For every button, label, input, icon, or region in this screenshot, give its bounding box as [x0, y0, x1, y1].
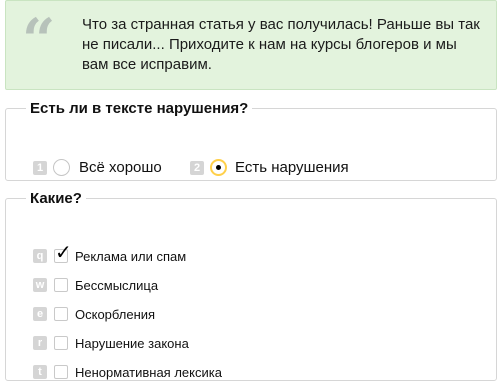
hotkey-badge: e: [33, 307, 47, 321]
hotkey-badge: 1: [33, 161, 47, 175]
checkbox[interactable]: [54, 365, 68, 379]
checkbox-label: Оскорбления: [75, 307, 156, 322]
checkbox-label: Бессмыслица: [75, 278, 159, 293]
hotkey-badge: r: [33, 336, 47, 350]
hotkey-badge: 2: [190, 161, 204, 175]
checkbox-label: Реклама или спам: [75, 249, 187, 264]
kinds-legend: Какие?: [30, 190, 82, 207]
checkbox[interactable]: [54, 336, 68, 350]
violations-group: Есть ли в тексте нарушения? 1 Всё хорошо…: [5, 100, 497, 181]
checkbox-label: Нарушение закона: [75, 336, 189, 351]
checkmark-icon: ✓: [55, 242, 72, 264]
comment-quote-box: “ Что за странная статья у вас получилас…: [5, 0, 497, 90]
comment-text: Что за странная статья у вас получилась!…: [82, 16, 480, 73]
radio-label: Есть нарушения: [235, 159, 349, 176]
radio-button[interactable]: [53, 159, 70, 176]
violations-legend: Есть ли в тексте нарушения?: [30, 100, 249, 117]
hotkey-badge: t: [33, 365, 47, 379]
radio-button-selected[interactable]: [210, 159, 227, 176]
checkbox[interactable]: [54, 307, 68, 321]
checkbox-checked[interactable]: ✓: [54, 243, 72, 263]
hotkey-badge: q: [33, 249, 47, 263]
radio-label: Всё хорошо: [79, 159, 162, 176]
checkbox-label: Ненормативная лексика: [75, 365, 222, 380]
checkbox[interactable]: [54, 278, 68, 292]
kinds-group: Какие? q ✓ Реклама или спам w Бессмыслиц…: [5, 190, 497, 381]
hotkey-badge: w: [33, 278, 47, 292]
quote-icon: “: [22, 6, 55, 74]
